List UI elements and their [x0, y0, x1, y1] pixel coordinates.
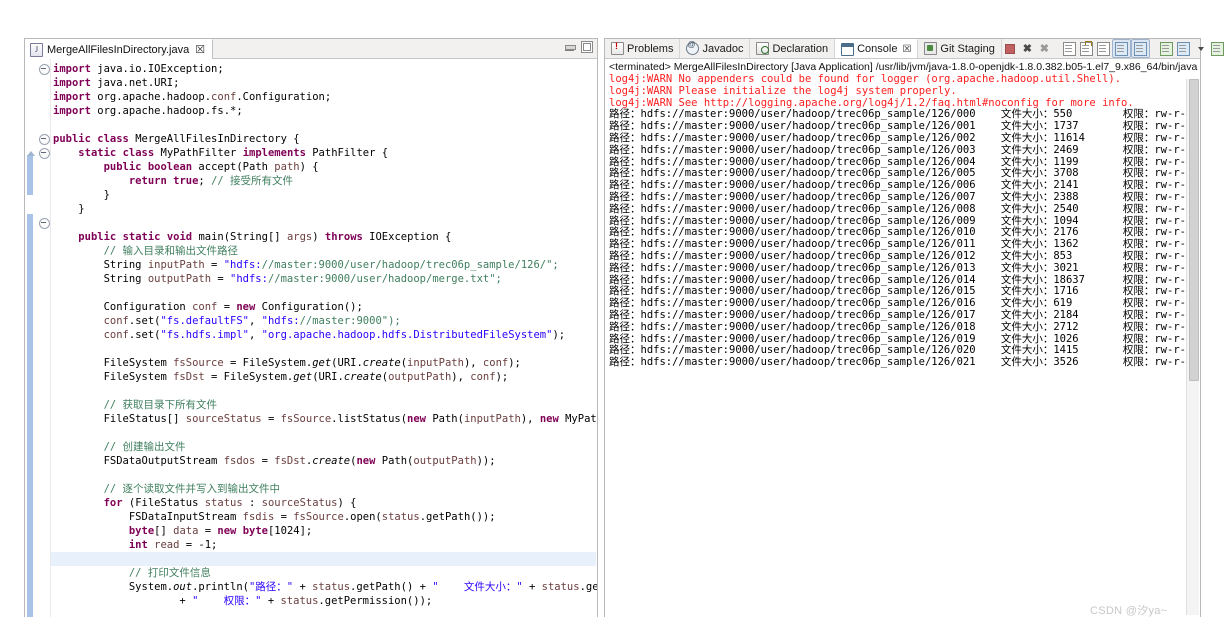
- fold-toggle-icon[interactable]: [39, 148, 50, 159]
- display-selected-console-dropdown[interactable]: [1192, 40, 1209, 57]
- javadoc-icon: [686, 40, 700, 55]
- editor-window-controls: [565, 41, 593, 53]
- show-console-on-error-button[interactable]: [1130, 39, 1150, 58]
- console-scrollbar-thumb[interactable]: [1189, 79, 1199, 381]
- console-icon: [841, 42, 855, 56]
- git-staging-icon: [924, 42, 938, 55]
- changed-lines-marker: [27, 214, 33, 617]
- eclipse-workbench: J MergeAllFilesInDirectory.java ☒ import…: [0, 0, 1225, 631]
- show-console-stderr-icon: [1133, 41, 1147, 56]
- scroll-lock-button[interactable]: [1078, 40, 1095, 57]
- watermark: CSDN @汐ya~: [1090, 605, 1168, 617]
- word-wrap-icon: [1096, 41, 1110, 56]
- editor-tab-bar: J MergeAllFilesInDirectory.java ☒: [25, 39, 597, 59]
- java-editor-panel: J MergeAllFilesInDirectory.java ☒ import…: [24, 38, 598, 617]
- open-console-icon: [1210, 41, 1224, 56]
- pin-console-button[interactable]: [1158, 40, 1175, 57]
- editor-text-area[interactable]: import java.io.IOException; import java.…: [25, 59, 597, 617]
- clear-console-icon: [1062, 41, 1076, 56]
- problems-icon: [611, 41, 624, 55]
- tab-declaration[interactable]: Declaration: [750, 39, 836, 58]
- declaration-icon: [756, 42, 770, 55]
- tab-label: Console: [857, 43, 898, 55]
- tab-console[interactable]: Console ☒: [835, 39, 919, 58]
- editor-tab-mergeallfilesindirectory[interactable]: J MergeAllFilesInDirectory.java ☒: [25, 39, 214, 59]
- console-view-panel: Problems Javadoc Declaration Console ☒ G…: [604, 38, 1224, 617]
- tab-problems[interactable]: Problems: [605, 39, 681, 58]
- console-scrollbar[interactable]: [1186, 79, 1199, 615]
- show-console-stdout-icon: [1114, 41, 1128, 56]
- maximize-icon[interactable]: [581, 41, 593, 53]
- tab-label: Problems: [627, 42, 674, 55]
- fold-toggle-icon[interactable]: [39, 64, 50, 75]
- remove-icon: ✖: [1022, 42, 1032, 55]
- console-output-area[interactable]: <terminated> MergeAllFilesInDirectory [J…: [605, 59, 1200, 617]
- terminate-icon: [1005, 43, 1016, 54]
- tab-javadoc[interactable]: Javadoc: [680, 39, 751, 58]
- display-console-icon: [1176, 41, 1190, 56]
- display-selected-console-button[interactable]: [1175, 40, 1192, 57]
- tab-label: Git Staging: [940, 42, 995, 55]
- close-icon[interactable]: ☒: [195, 43, 205, 56]
- java-file-icon: J: [30, 42, 43, 57]
- word-wrap-button[interactable]: [1095, 40, 1112, 57]
- remove-launch-button[interactable]: ✖: [1019, 40, 1036, 57]
- fold-toggle-icon[interactable]: [39, 134, 50, 145]
- remove-all-icon: ✖: [1039, 42, 1049, 55]
- minimize-icon[interactable]: [565, 43, 576, 51]
- tab-git-staging[interactable]: Git Staging: [918, 39, 1002, 58]
- terminate-button[interactable]: [1002, 40, 1019, 57]
- clear-console-button[interactable]: [1061, 40, 1078, 57]
- fold-toggle-icon[interactable]: [39, 218, 50, 229]
- console-toolbar: ✖ ✖: [1002, 39, 1225, 58]
- console-text: log4j:WARN No appenders could be found f…: [609, 73, 1200, 369]
- pin-console-icon: [1159, 41, 1173, 56]
- chevron-down-icon: [1197, 46, 1204, 51]
- tab-label: Declaration: [772, 42, 829, 55]
- show-console-on-output-button[interactable]: [1111, 39, 1131, 58]
- changed-lines-marker: [27, 155, 33, 195]
- source-code[interactable]: import java.io.IOException; import java.…: [53, 62, 597, 617]
- override-marker-icon: [27, 151, 35, 156]
- console-process-label: <terminated> MergeAllFilesInDirectory [J…: [609, 61, 1200, 73]
- close-icon[interactable]: ☒: [902, 44, 911, 55]
- tab-label: Javadoc: [702, 42, 744, 55]
- scroll-lock-icon: [1079, 40, 1093, 56]
- remove-all-terminated-button[interactable]: ✖: [1036, 40, 1053, 57]
- editor-tab-label: MergeAllFilesInDirectory.java: [47, 43, 190, 56]
- view-tab-bar: Problems Javadoc Declaration Console ☒ G…: [605, 39, 1224, 59]
- editor-folding-column: [27, 59, 51, 617]
- open-console-button[interactable]: [1209, 40, 1225, 57]
